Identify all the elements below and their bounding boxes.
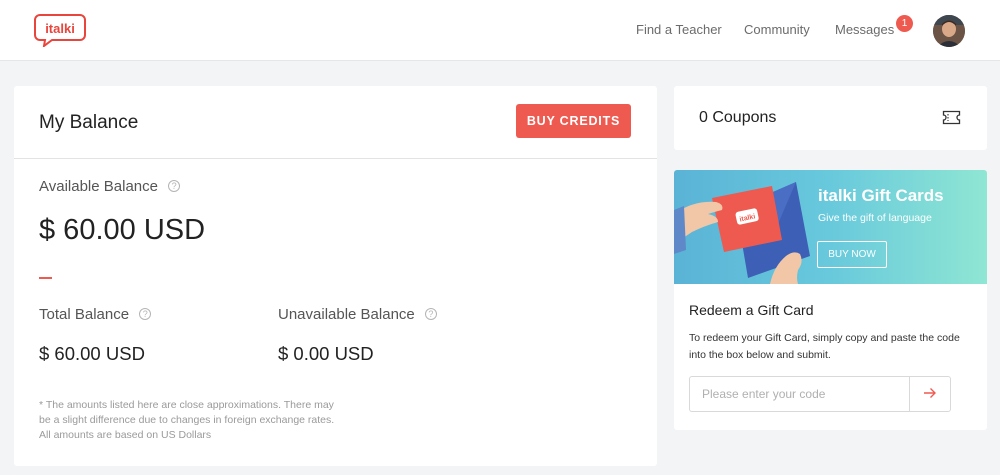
gift-cards-subtitle: Give the gift of language bbox=[818, 212, 932, 224]
messages-count-badge: 1 bbox=[896, 15, 913, 32]
coupons-card[interactable]: 0 Coupons bbox=[674, 86, 987, 150]
exchange-rate-note: * The amounts listed here are close appr… bbox=[39, 399, 335, 441]
nav-messages[interactable]: Messages bbox=[835, 22, 894, 37]
nav-community[interactable]: Community bbox=[744, 22, 810, 37]
total-balance-amount: $ 60.00 USD bbox=[39, 343, 145, 364]
user-avatar[interactable] bbox=[933, 15, 965, 47]
top-navbar: italki Find a Teacher Community Messages… bbox=[0, 0, 1000, 61]
available-balance-label-text: Available Balance bbox=[39, 178, 158, 195]
balance-card: My Balance BUY CREDITS Available Balance… bbox=[14, 86, 657, 466]
gift-card-panel: italki italki Gift Cards Give the gift o… bbox=[674, 170, 987, 430]
gift-code-input[interactable] bbox=[689, 376, 909, 412]
nav-find-teacher[interactable]: Find a Teacher bbox=[636, 22, 722, 37]
accent-divider bbox=[39, 277, 52, 279]
gift-card-banner: italki italki Gift Cards Give the gift o… bbox=[674, 170, 987, 284]
unavailable-balance-amount: $ 0.00 USD bbox=[278, 343, 374, 364]
redeem-description: To redeem your Gift Card, simply copy an… bbox=[689, 332, 960, 361]
available-balance-amount: $ 60.00 USD bbox=[39, 214, 206, 246]
buy-credits-button[interactable]: BUY CREDITS bbox=[516, 104, 631, 138]
redeem-title: Redeem a Gift Card bbox=[689, 302, 814, 318]
unavailable-balance-label: Unavailable Balance ? bbox=[278, 306, 437, 323]
arrow-right-icon bbox=[924, 387, 936, 398]
question-circle-icon[interactable]: ? bbox=[139, 308, 152, 320]
ticket-icon[interactable] bbox=[942, 110, 961, 125]
submit-code-button[interactable] bbox=[909, 376, 951, 412]
balance-title: My Balance bbox=[39, 112, 139, 133]
question-circle-icon[interactable]: ? bbox=[168, 180, 181, 192]
coupons-count: 0 Coupons bbox=[699, 109, 777, 126]
italki-logo[interactable]: italki bbox=[34, 13, 86, 49]
total-balance-label: Total Balance ? bbox=[39, 306, 152, 323]
available-balance-label: Available Balance ? bbox=[39, 178, 181, 195]
total-balance-label-text: Total Balance bbox=[39, 306, 130, 323]
gift-cards-title: italki Gift Cards bbox=[818, 186, 944, 205]
logo-text: italki bbox=[45, 21, 75, 36]
buy-now-button[interactable]: BUY NOW bbox=[817, 241, 887, 268]
balance-card-header: My Balance BUY CREDITS bbox=[14, 86, 657, 159]
unavailable-balance-label-text: Unavailable Balance bbox=[278, 306, 415, 323]
question-circle-icon[interactable]: ? bbox=[424, 308, 437, 320]
